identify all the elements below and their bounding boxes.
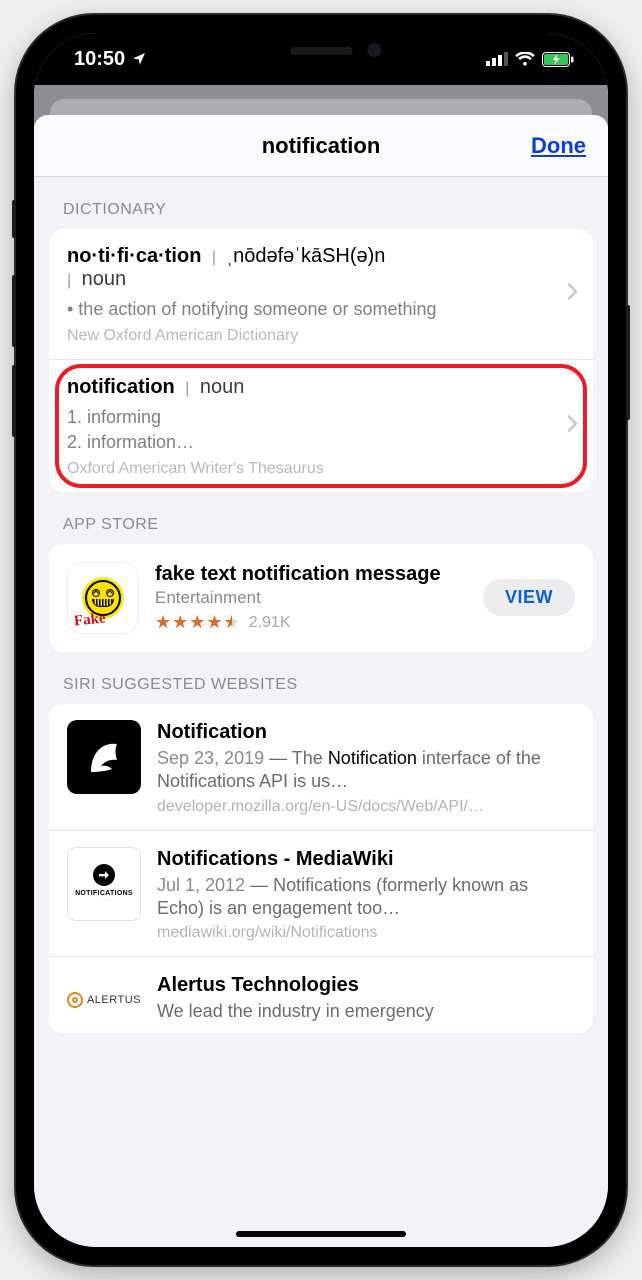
definition-pronunciation: ˌnōdəfəˈkāSH(ə)n <box>226 245 385 267</box>
mediawiki-icon: NOTIFICATIONS ····· <box>67 847 141 921</box>
website-description: Jul 1, 2012 — Notifications (formerly kn… <box>157 874 575 921</box>
app-category: Entertainment <box>155 588 467 608</box>
section-label-appstore: APP STORE <box>49 492 593 544</box>
alertus-icon: ALERTUS <box>67 973 141 1027</box>
website-description: We lead the industry in emergency <box>157 1000 575 1023</box>
dictionary-entry[interactable]: no·ti·fi·ca·tion | ˌnōdəfəˈkāSH(ə)n | no… <box>49 229 593 359</box>
definition-word: notification <box>67 376 175 398</box>
website-url: developer.mozilla.org/en-US/docs/Web/API… <box>157 798 575 816</box>
mute-switch[interactable] <box>12 200 16 238</box>
power-button[interactable] <box>626 305 630 420</box>
sheet-title: notification <box>262 133 381 159</box>
done-button[interactable]: Done <box>531 133 586 159</box>
website-title: Alertus Technologies <box>157 973 575 998</box>
definition-source: New Oxford American Dictionary <box>67 327 575 345</box>
website-title: Notifications - MediaWiki <box>157 847 575 872</box>
website-description: Sep 23, 2019 — The Notification interfac… <box>157 747 575 794</box>
definition-word: no·ti·fi·ca·tion <box>67 245 201 267</box>
view-button[interactable]: VIEW <box>483 579 575 616</box>
sheet-content[interactable]: DICTIONARY no·ti·fi·ca·tion | ˌnōdəfəˈkā… <box>34 177 608 1247</box>
star-rating-icon: ★★★★★ ★★★★★ <box>155 612 241 633</box>
volume-down-button[interactable] <box>12 365 16 437</box>
definition-source: Oxford American Writer's Thesaurus <box>67 460 575 478</box>
separator: | <box>212 249 216 266</box>
status-time: 10:50 <box>74 48 125 71</box>
website-row[interactable]: ALERTUS Alertus Technologies We lead the… <box>49 956 593 1033</box>
app-title: fake text notification message <box>155 562 467 586</box>
definition-body: 1. informing 2. information… <box>67 405 575 454</box>
thesaurus-entry[interactable]: notification | noun 1. informing 2. info… <box>49 359 593 492</box>
device-frame: 10:50 notification Done <box>16 15 626 1265</box>
app-icon: Fake <box>67 562 139 634</box>
screen: 10:50 notification Done <box>34 33 608 1247</box>
dictionary-card: no·ti·fi·ca·tion | ˌnōdəfəˈkāSH(ə)n | no… <box>49 229 593 492</box>
mdn-icon <box>67 720 141 794</box>
appstore-card: Fake fake text notification message Ente… <box>49 544 593 652</box>
website-row[interactable]: Notification Sep 23, 2019 — The Notifica… <box>49 704 593 830</box>
volume-up-button[interactable] <box>12 275 16 347</box>
section-label-dictionary: DICTIONARY <box>49 177 593 229</box>
separator: | <box>67 272 71 289</box>
section-label-siri: SIRI SUGGESTED WEBSITES <box>49 652 593 704</box>
app-row[interactable]: Fake fake text notification message Ente… <box>49 544 593 652</box>
website-row[interactable]: NOTIFICATIONS ····· Notifications - Medi… <box>49 830 593 957</box>
separator: | <box>185 380 189 397</box>
chevron-right-icon <box>567 283 579 306</box>
battery-charging-icon <box>542 52 574 67</box>
siri-websites-card: Notification Sep 23, 2019 — The Notifica… <box>49 704 593 1034</box>
definition-body: • the action of notifying someone or som… <box>67 297 575 321</box>
wifi-icon <box>515 52 535 66</box>
app-icon-badge: Fake <box>73 610 106 630</box>
sheet-header: notification Done <box>34 115 608 177</box>
chevron-right-icon <box>567 415 579 438</box>
website-title: Notification <box>157 720 575 745</box>
notch <box>204 33 439 71</box>
website-url: mediawiki.org/wiki/Notifications <box>157 924 575 942</box>
location-icon <box>131 51 147 67</box>
cellular-signal-icon <box>486 52 508 66</box>
home-indicator[interactable] <box>236 1231 406 1237</box>
rating-count: 2.91K <box>249 614 291 632</box>
lookup-sheet: notification Done DICTIONARY no·ti·fi·ca… <box>34 115 608 1247</box>
definition-part-of-speech: noun <box>200 376 245 398</box>
definition-part-of-speech: noun <box>82 268 127 290</box>
